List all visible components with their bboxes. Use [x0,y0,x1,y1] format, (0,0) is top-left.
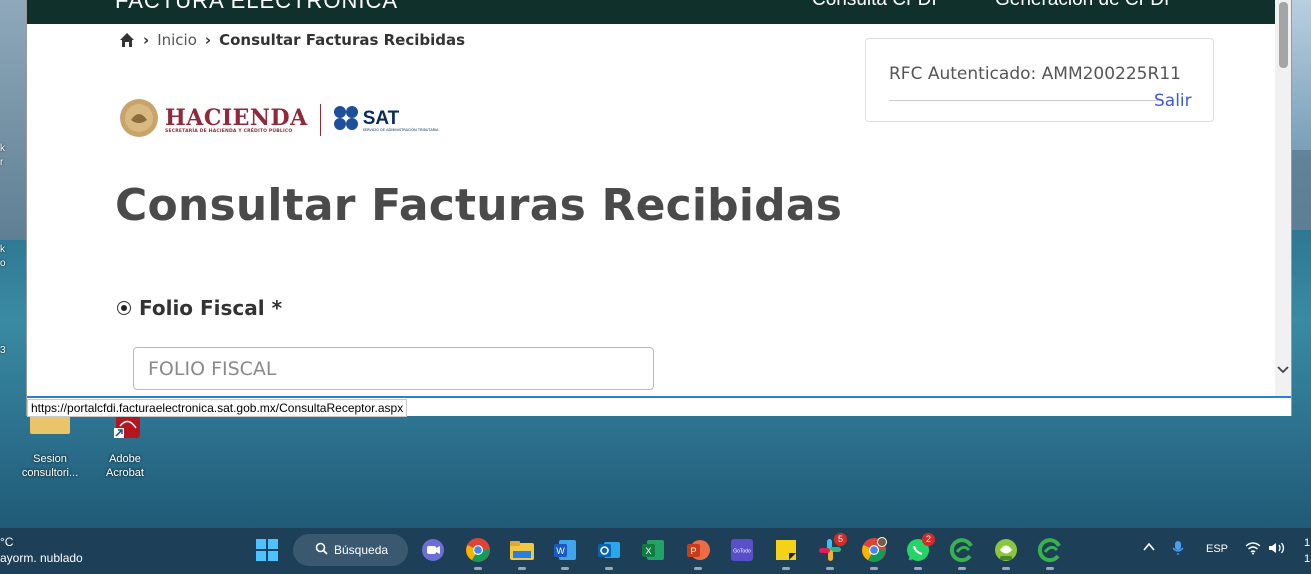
svg-text:GoTodo: GoTodo [733,549,751,555]
chevron-right-icon: › [204,31,212,49]
logo-divider [319,104,321,136]
svg-text:W: W [556,546,565,556]
folio-radio-label[interactable]: Folio Fiscal * [139,296,282,320]
chevron-down-icon[interactable] [1277,364,1289,380]
sat-logo: SAT SERVICIO DE ADMINISTRACIÓN TRIBUTARI… [363,109,439,132]
weather-widget[interactable]: °C ayorm. nublado [0,534,83,566]
vertical-scrollbar[interactable] [1275,0,1291,396]
desktop-icon-adobe-acrobat[interactable]: Adobe Acrobat [90,412,160,480]
sat-subtitle: SERVICIO DE ADMINISTRACIÓN TRIBUTARIA [362,127,439,132]
running-indicator [694,567,702,570]
folio-fiscal-input[interactable] [133,347,654,390]
running-indicator [1002,567,1010,570]
file-explorer-icon[interactable] [509,537,535,570]
outlook-icon[interactable] [596,537,622,570]
breadcrumb-inicio[interactable]: Inicio [157,31,197,49]
breadcrumb-current: Consultar Facturas Recibidas [219,31,466,49]
folio-radio-row[interactable]: Folio Fiscal * [117,296,282,320]
adobe-acrobat-icon [104,412,146,448]
sat-dots-icon [333,105,359,135]
folder-icon [29,412,71,448]
desktop-icon-label: Acrobat [106,467,144,479]
desktop-text-fragment: 3 [0,345,6,356]
desktop-icon-label: Sesion [33,453,67,465]
running-indicator [870,567,878,570]
rfc-panel: RFC Autenticado: AMM200225R11 Salir [865,38,1214,122]
scrollbar-thumb[interactable] [1279,2,1288,68]
desktop-icon-sesion[interactable]: Sesion consultori... [15,412,85,480]
hacienda-subtitle: SECRETARÍA DE HACIENDA Y CRÉDITO PÚBLICO [165,128,293,134]
status-bar-url: https://portalcfdi.facturaelectronica.sa… [27,399,408,417]
running-indicator [605,567,613,570]
notification-badge: 2 [922,533,935,546]
logout-link[interactable]: Salir [1154,91,1192,111]
wifi-icon[interactable] [1245,541,1261,558]
svg-text:X: X [645,546,651,556]
search-icon [315,542,328,558]
desktop-text-fragment: r [0,157,4,168]
edge-green-icon[interactable] [949,537,975,570]
focus-border [27,396,1291,398]
microphone-icon[interactable] [1171,540,1185,559]
hacienda-wordmark: HACIENDA [165,104,308,131]
divider [889,100,1161,101]
chevron-up-icon[interactable] [1142,540,1156,557]
running-indicator [782,567,790,570]
chrome-icon[interactable] [465,537,491,570]
site-brand[interactable]: FACTURA ELECTRÓNICA [115,0,398,14]
running-indicator [561,567,569,570]
chrome-profile-icon[interactable] [861,537,887,570]
powerpoint-icon[interactable]: P [685,537,711,570]
home-icon[interactable] [119,32,135,48]
running-indicator [474,567,482,570]
weather-temperature: °C [0,535,14,549]
desktop-icon-label: Adobe [109,453,141,465]
slack-icon[interactable]: 5 [817,533,847,570]
excel-icon[interactable]: X [640,537,666,563]
language-indicator[interactable]: ESP [1206,543,1228,555]
running-indicator [914,567,922,570]
taskbar-search[interactable]: Búsqueda [293,534,408,566]
desktop-text-fragment: o [0,258,6,269]
green-app-icon[interactable] [993,537,1019,570]
breadcrumb: › Inicio › Consultar Facturas Recibidas [119,31,465,49]
nav-generacion-cfdi[interactable]: Generación de CFDI [995,0,1169,11]
hacienda-logo: HACIENDA SECRETARÍA DE HACIENDA Y CRÉDIT… [165,107,308,134]
svg-text:P: P [690,546,696,556]
clock[interactable]: 1 13 [1304,535,1311,567]
taskbar: °C ayorm. nublado Búsqueda W X P GoTodo [0,528,1311,574]
desktop-text-fragment: k [0,143,5,154]
site-header: FACTURA ELECTRÓNICA Consulta CFDI Genera… [27,0,1275,24]
gotodo-icon[interactable]: GoTodo [729,537,755,563]
chevron-right-icon: › [143,31,150,49]
nav-consulta-cfdi[interactable]: Consulta CFDI [812,0,937,11]
sticky-notes-icon[interactable] [773,537,799,570]
desktop-text-fragment: k [0,244,5,255]
clock-time: 1 [1304,537,1311,549]
windows-start-icon[interactable] [254,537,280,563]
word-icon[interactable]: W [552,537,578,570]
browser-window: FACTURA ELECTRÓNICA Consulta CFDI Genera… [26,0,1292,417]
sat-wordmark: SAT [362,107,400,129]
rfc-authenticated-label: RFC Autenticado: AMM200225R11 [889,64,1181,84]
notification-badge: 5 [834,533,847,546]
running-indicator [958,567,966,570]
government-logos: HACIENDA SECRETARÍA DE HACIENDA Y CRÉDIT… [119,98,439,142]
volume-icon[interactable] [1268,541,1286,558]
running-indicator [1046,567,1054,570]
search-label: Búsqueda [334,543,389,557]
whatsapp-icon[interactable]: 2 [905,533,935,570]
desktop-icon-label: consultori... [21,467,79,479]
page-title: Consultar Facturas Recibidas [115,180,843,231]
clock-date: 13 [1304,553,1311,565]
meet-icon[interactable] [420,537,446,563]
hacienda-seal-icon [119,98,159,142]
running-indicator [826,567,834,570]
desktop-scenery-left [0,0,26,240]
weather-description: ayorm. nublado [0,551,83,565]
edge-green-icon-2[interactable] [1037,537,1063,570]
running-indicator [518,567,526,570]
folio-radio-button[interactable] [117,301,131,315]
